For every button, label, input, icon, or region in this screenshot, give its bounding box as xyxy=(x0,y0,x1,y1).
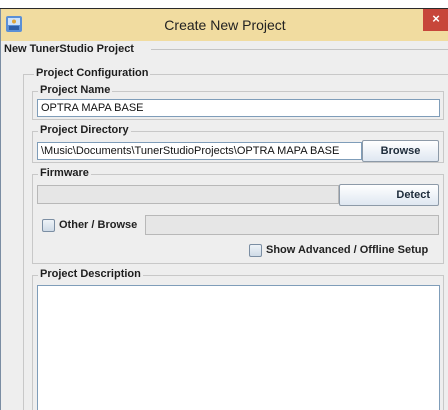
other-browse-label: Other / Browse xyxy=(59,219,138,231)
other-browse-checkbox[interactable] xyxy=(42,219,55,232)
config-group-title: Project Configuration xyxy=(34,67,151,80)
create-project-dialog: Create New Project × New TunerStudio Pro… xyxy=(0,9,448,410)
outer-group-rule xyxy=(151,49,448,50)
firmware-field xyxy=(37,185,339,204)
outer-group-title: New TunerStudio Project xyxy=(2,43,136,56)
window-title: Create New Project xyxy=(164,17,286,33)
top-edge xyxy=(0,0,448,9)
show-advanced-checkbox[interactable] xyxy=(249,244,262,257)
title-bar[interactable]: Create New Project × xyxy=(1,9,448,41)
firmware-title: Firmware xyxy=(38,167,91,180)
other-browse-field xyxy=(145,215,439,235)
project-name-field[interactable]: OPTRA MAPA BASE xyxy=(37,99,440,117)
project-description-title: Project Description xyxy=(38,268,143,281)
project-description-textarea[interactable] xyxy=(37,285,440,410)
project-directory-field[interactable]: \Music\Documents\TunerStudioProjects\OPT… xyxy=(37,142,362,160)
browse-button[interactable]: Browse xyxy=(362,140,439,162)
detect-button[interactable]: Detect xyxy=(339,184,439,206)
project-name-title: Project Name xyxy=(38,84,113,97)
close-icon[interactable]: × xyxy=(423,9,448,31)
show-advanced-label: Show Advanced / Offline Setup xyxy=(266,244,429,256)
project-directory-title: Project Directory xyxy=(38,124,131,137)
